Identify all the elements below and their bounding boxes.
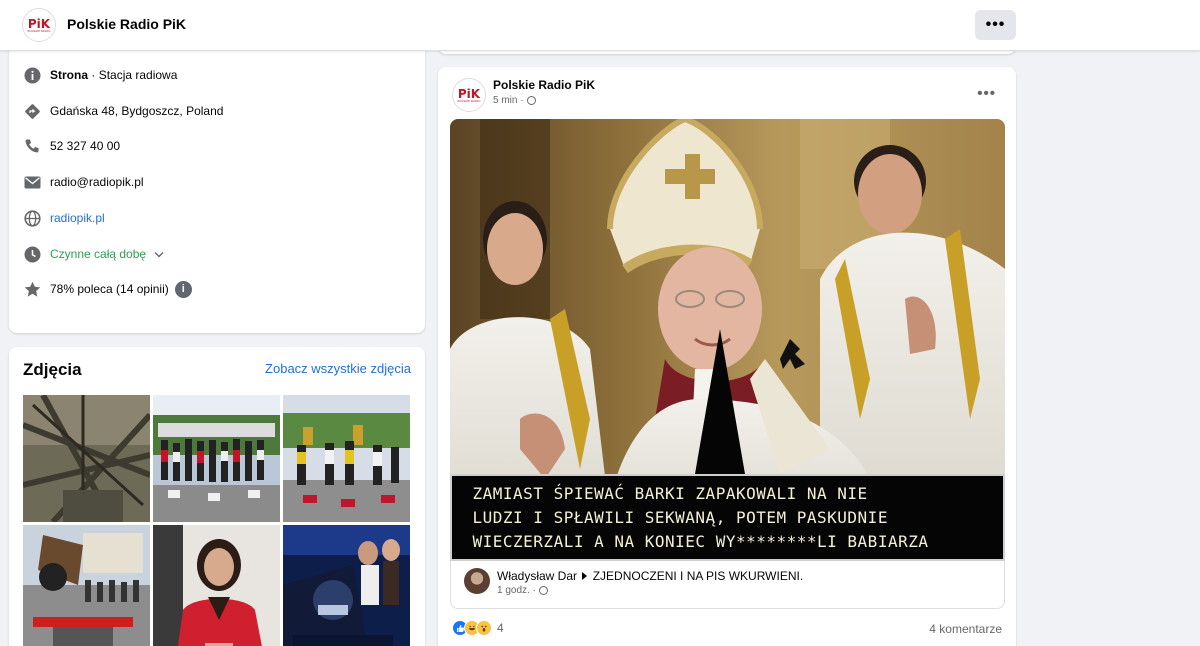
info-address: Gdańska 48, Bydgoszcz, Poland <box>23 101 223 121</box>
info-phone: 52 327 40 00 <box>23 136 120 156</box>
see-all-photos-link[interactable]: Zobacz wszystkie zdjęcia <box>265 361 411 376</box>
group-name[interactable]: ZJEDNOCZENI I NA PIS WKURWIENI. <box>593 569 803 583</box>
reaction-count: 4 <box>497 621 504 635</box>
info-email: radio@radiopik.pl <box>23 172 144 192</box>
chevron-down-icon[interactable] <box>154 247 164 261</box>
post-author-avatar[interactable]: PiK POLSKIE RADIO <box>452 78 486 112</box>
post-options-button[interactable]: ••• <box>977 85 996 102</box>
address-text: Gdańska 48, Bydgoszcz, Poland <box>50 104 224 118</box>
globe-icon <box>526 96 536 105</box>
phone-icon <box>23 137 41 155</box>
post-time-text: 5 min · <box>493 95 524 106</box>
photos-title: Zdjęcia <box>23 360 82 379</box>
clock-icon <box>23 245 41 263</box>
globe-icon <box>23 209 41 227</box>
globe-icon <box>538 586 548 595</box>
post-timestamp[interactable]: 5 min · <box>493 95 536 106</box>
sharer-avatar[interactable] <box>464 568 490 594</box>
info-hours[interactable]: Czynne całą dobę <box>23 244 164 264</box>
email-text[interactable]: radio@radiopik.pl <box>50 175 144 189</box>
wow-reaction-icon <box>476 620 492 636</box>
info-rating: 78% poleca (14 opinii) i <box>23 279 192 299</box>
shared-from-box: Władysław Dar ZJEDNOCZENI I NA PIS WKURW… <box>450 561 1005 609</box>
photo-thumbnail[interactable] <box>283 395 410 522</box>
photos-card: Zdjęcia Zobacz wszystkie zdjęcia <box>9 347 425 646</box>
category-value: · Stacja radiowa <box>91 68 178 82</box>
photo-thumbnail[interactable] <box>153 525 280 646</box>
caption-bar: ZAMIAST ŚPIEWAĆ BARKI ZAPAKOWALI NA NIE … <box>450 474 1005 561</box>
post-image[interactable]: ZAMIAST ŚPIEWAĆ BARKI ZAPAKOWALI NA NIE … <box>450 119 1005 561</box>
star-icon <box>23 280 41 298</box>
caption-line: ZAMIAST ŚPIEWAĆ BARKI ZAPAKOWALI NA NIE <box>472 483 868 503</box>
page-title[interactable]: Polskie Radio PiK <box>67 16 186 32</box>
category-label: Strona <box>50 68 89 82</box>
caption-line: WIECZERZALI A NA KONIEC WY********LI BAB… <box>472 531 929 551</box>
hours-text: Czynne całą dobę <box>50 247 147 261</box>
comments-count-link[interactable]: 4 komentarze <box>929 622 1002 636</box>
info-circle-icon <box>23 66 41 84</box>
directions-icon <box>23 102 41 120</box>
phone-text[interactable]: 52 327 40 00 <box>50 139 120 153</box>
intro-card: Strona · Stacja radiowa Gdańska 48, Bydg… <box>9 42 425 333</box>
photo-thumbnail[interactable] <box>153 395 280 522</box>
photo-thumbnail[interactable] <box>23 395 150 522</box>
page-logo[interactable]: PiK POLSKIE RADIO <box>22 8 56 42</box>
shared-attribution: Władysław Dar ZJEDNOCZENI I NA PIS WKURW… <box>497 569 803 583</box>
info-category: Strona · Stacja radiowa <box>23 65 177 85</box>
shared-time-text: 1 godz. · <box>497 585 536 596</box>
rating-text[interactable]: 78% poleca (14 opinii) <box>50 282 169 296</box>
post-author-name[interactable]: Polskie Radio PiK <box>493 78 595 92</box>
envelope-icon <box>23 173 41 191</box>
rating-info-icon[interactable]: i <box>174 280 192 298</box>
more-options-button[interactable]: ••• <box>975 10 1016 40</box>
logo-subtext: POLSKIE RADIO <box>27 28 51 33</box>
page-header: PiK POLSKIE RADIO Polskie Radio PiK ••• <box>0 0 1200 51</box>
caption-line: LUDZI I SPŁAWILI SEKWANĄ, POTEM PASKUDNI… <box>472 507 888 527</box>
shared-timestamp[interactable]: 1 godz. · <box>497 585 548 596</box>
post-card: PiK POLSKIE RADIO Polskie Radio PiK 5 min… <box>438 67 1016 646</box>
logo-subtext: POLSKIE RADIO <box>457 98 481 103</box>
triangle-right-icon <box>582 572 588 580</box>
photo-thumbnail[interactable] <box>283 525 410 646</box>
photo-thumbnail[interactable] <box>23 525 150 646</box>
sharer-name[interactable]: Władysław Dar <box>497 569 577 583</box>
website-link[interactable]: radiopik.pl <box>50 211 105 225</box>
info-website: radiopik.pl <box>23 208 105 228</box>
reactions-summary[interactable]: 4 <box>452 620 504 636</box>
